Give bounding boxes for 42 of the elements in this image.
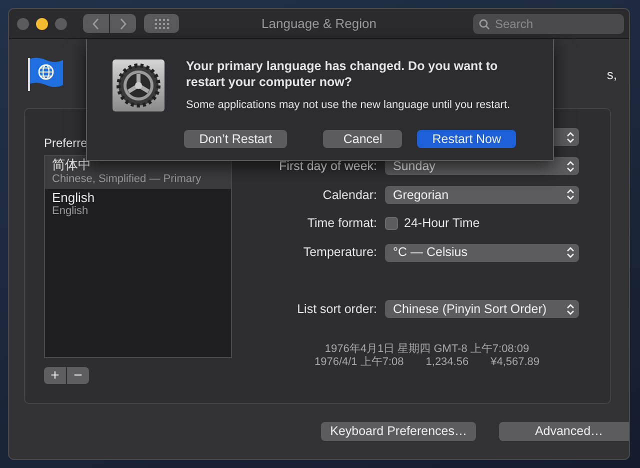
remove-button[interactable]: − [67, 367, 89, 384]
dialog-button[interactable]: Cancel [323, 130, 402, 148]
field-label: List sort order: [297, 302, 377, 316]
sample-format-text: ¥4,567.89 [490, 356, 540, 369]
checkbox[interactable] [385, 217, 398, 230]
stepper-icon [566, 302, 575, 316]
grid-icon [154, 18, 168, 28]
description-text: s, [606, 66, 617, 84]
sample-format-text: 1,234.56 [426, 356, 469, 369]
popup-button[interactable]: Chinese (Pinyin Sort Order) [385, 300, 579, 318]
dialog-button[interactable]: Don’t Restart [184, 130, 288, 148]
back-button[interactable] [83, 14, 109, 33]
field-label: Calendar: [322, 188, 377, 202]
field-label: Temperature: [303, 245, 377, 260]
popup-button[interactable]: Gregorian [385, 186, 579, 204]
stepper-icon [566, 188, 575, 202]
window-control[interactable] [36, 18, 48, 30]
language-item[interactable]: English English [45, 188, 231, 222]
sample-format-text: 1976/4/1 上午7:08 [314, 356, 404, 369]
add-button[interactable]: + [44, 367, 66, 384]
popup-button[interactable]: °C — Celsius [385, 244, 579, 262]
flag-icon [27, 57, 65, 91]
search-field[interactable]: Search [473, 14, 624, 34]
dialog-title: Your primary language has changed. Do you want to restart your computer now? [186, 59, 499, 90]
sample-date-text: 1976年4月1日 星期四 GMT-8 上午7:08:09 [324, 342, 530, 356]
window-title: Language & Region [262, 16, 376, 31]
stepper-icon [566, 130, 575, 144]
show-all-button[interactable] [144, 14, 179, 33]
stepper-icon [566, 246, 575, 260]
forward-button[interactable] [110, 14, 136, 33]
stepper-icon [566, 160, 575, 173]
keyboard-preferences-button[interactable]: Keyboard Preferences… [321, 422, 476, 441]
dialog-message: Some applications may not use the new language until you restart. [186, 98, 512, 113]
chevron-right-icon [119, 18, 127, 30]
chevron-left-icon [92, 18, 100, 30]
field-label: First day of week: [279, 158, 377, 173]
field-label: Time format: [307, 216, 377, 230]
advanced-button[interactable]: Advanced… [499, 422, 629, 441]
checkbox-label: 24-Hour Time [404, 215, 480, 232]
gear-icon [112, 59, 165, 112]
list-label: Preferre [44, 135, 88, 152]
dialog-button[interactable]: Restart Now [417, 130, 516, 148]
